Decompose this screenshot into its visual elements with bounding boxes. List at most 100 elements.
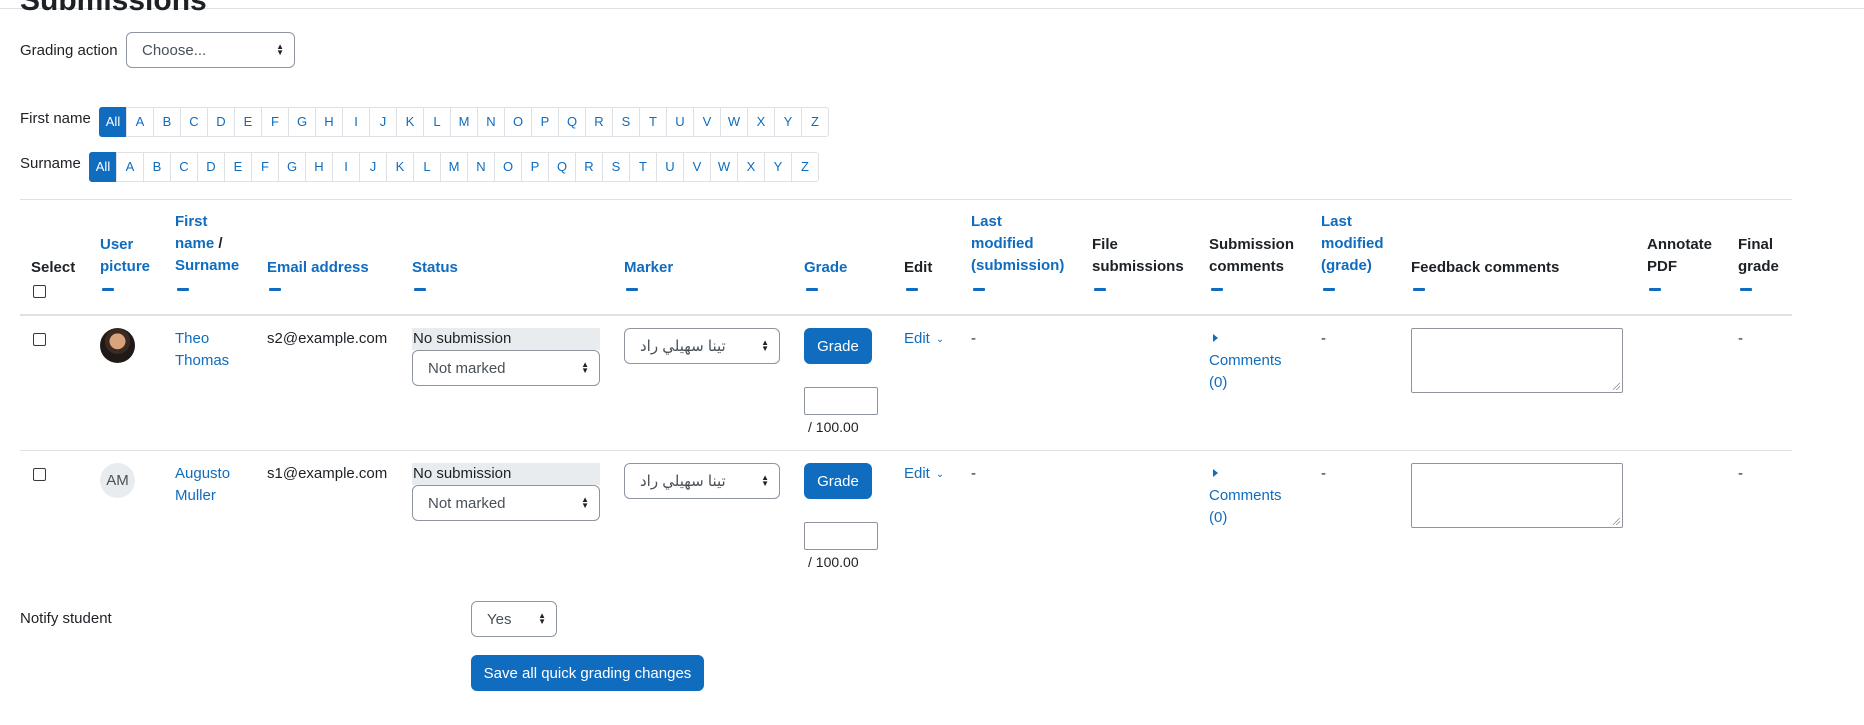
first-name-initial-l[interactable]: L (423, 107, 451, 137)
comments-link[interactable]: Comments (0) (1209, 350, 1282, 394)
row-select-checkbox[interactable] (33, 333, 46, 346)
surname-initial-m[interactable]: M (440, 152, 468, 182)
collapse-status-icon[interactable] (414, 288, 426, 291)
feedback-comments-textarea[interactable] (1411, 328, 1623, 393)
marking-state-select[interactable]: Not marked ▲ ▼ (412, 350, 600, 386)
surname-initial-c[interactable]: C (170, 152, 198, 182)
header-status[interactable]: Status (412, 257, 458, 279)
surname-initial-y[interactable]: Y (764, 152, 792, 182)
surname-initial-d[interactable]: D (197, 152, 225, 182)
surname-initial-z[interactable]: Z (791, 152, 819, 182)
first-name-initial-d[interactable]: D (207, 107, 235, 137)
edit-menu[interactable]: Edit ⌄ (904, 328, 944, 352)
first-name-initial-g[interactable]: G (288, 107, 316, 137)
first-name-initial-i[interactable]: I (342, 107, 370, 137)
header-last-modified-submission[interactable]: Last modified (submission) (971, 211, 1064, 277)
first-name-initial-q[interactable]: Q (558, 107, 586, 137)
collapse-email-icon[interactable] (269, 288, 281, 291)
first-name-initial-p[interactable]: P (531, 107, 559, 137)
surname-initial-o[interactable]: O (494, 152, 522, 182)
header-marker[interactable]: Marker (624, 257, 673, 279)
first-name-initial-m[interactable]: M (450, 107, 478, 137)
surname-initial-q[interactable]: Q (548, 152, 576, 182)
first-name-initial-o[interactable]: O (504, 107, 532, 137)
comments-link[interactable]: Comments (0) (1209, 485, 1282, 529)
header-email[interactable]: Email address (267, 257, 369, 279)
first-name-initial-e[interactable]: E (234, 107, 262, 137)
notify-student-select[interactable]: Yes ▲ ▼ (471, 601, 557, 637)
row-select-checkbox[interactable] (33, 468, 46, 481)
surname-initial-h[interactable]: H (305, 152, 333, 182)
student-name-link[interactable]: Theo Thomas (175, 328, 229, 372)
header-first-name-line2[interactable]: name (175, 235, 214, 252)
quick-grade-input[interactable] (804, 522, 878, 550)
first-name-initial-n[interactable]: N (477, 107, 505, 137)
collapse-file-submissions-icon[interactable] (1094, 288, 1106, 291)
surname-initial-s[interactable]: S (602, 152, 630, 182)
user-avatar[interactable] (100, 328, 135, 363)
surname-initial-k[interactable]: K (386, 152, 414, 182)
marker-select[interactable]: تينا سهيلي راد ▲ ▼ (624, 328, 780, 364)
surname-initial-j[interactable]: J (359, 152, 387, 182)
quick-grade-input[interactable] (804, 387, 878, 415)
first-name-initial-f[interactable]: F (261, 107, 289, 137)
first-name-initial-j[interactable]: J (369, 107, 397, 137)
collapse-edit-icon[interactable] (906, 288, 918, 291)
student-name-link[interactable]: Augusto Muller (175, 463, 230, 507)
surname-initial-r[interactable]: R (575, 152, 603, 182)
collapse-final-grade-icon[interactable] (1740, 288, 1752, 291)
first-name-initial-b[interactable]: B (153, 107, 181, 137)
first-name-initial-w[interactable]: W (720, 107, 748, 137)
first-name-initial-z[interactable]: Z (801, 107, 829, 137)
first-name-initial-x[interactable]: X (747, 107, 775, 137)
collapse-annotate-pdf-icon[interactable] (1649, 288, 1661, 291)
edit-menu[interactable]: Edit ⌄ (904, 463, 944, 487)
header-last-modified-grade[interactable]: Last modified (grade) (1321, 211, 1384, 277)
marking-state-select[interactable]: Not marked ▲ ▼ (412, 485, 600, 521)
select-all-checkbox[interactable] (33, 285, 46, 298)
surname-initial-u[interactable]: U (656, 152, 684, 182)
first-name-initial-a[interactable]: A (126, 107, 154, 137)
feedback-comments-textarea[interactable] (1411, 463, 1623, 528)
grade-button[interactable]: Grade (804, 463, 872, 499)
collapse-user-picture-icon[interactable] (102, 288, 114, 291)
surname-initial-v[interactable]: V (683, 152, 711, 182)
surname-initial-t[interactable]: T (629, 152, 657, 182)
first-name-initial-t[interactable]: T (639, 107, 667, 137)
surname-initial-i[interactable]: I (332, 152, 360, 182)
collapse-last-modified-grade-icon[interactable] (1323, 288, 1335, 291)
collapse-name-icon[interactable] (177, 288, 189, 291)
expand-comments-icon[interactable] (1213, 469, 1218, 477)
marker-select[interactable]: تينا سهيلي راد ▲ ▼ (624, 463, 780, 499)
collapse-grade-icon[interactable] (806, 288, 818, 291)
collapse-marker-icon[interactable] (626, 288, 638, 291)
surname-initial-w[interactable]: W (710, 152, 738, 182)
header-grade[interactable]: Grade (804, 257, 847, 279)
surname-initial-n[interactable]: N (467, 152, 495, 182)
expand-comments-icon[interactable] (1213, 334, 1218, 342)
surname-initial-all[interactable]: All (89, 152, 117, 182)
header-surname[interactable]: Surname (175, 255, 239, 277)
first-name-initial-u[interactable]: U (666, 107, 694, 137)
surname-initial-e[interactable]: E (224, 152, 252, 182)
first-name-initial-s[interactable]: S (612, 107, 640, 137)
surname-initial-f[interactable]: F (251, 152, 279, 182)
user-avatar[interactable]: AM (100, 463, 135, 498)
surname-initial-p[interactable]: P (521, 152, 549, 182)
surname-initial-g[interactable]: G (278, 152, 306, 182)
save-quick-grading-button[interactable]: Save all quick grading changes (471, 655, 704, 691)
surname-initial-l[interactable]: L (413, 152, 441, 182)
collapse-feedback-comments-icon[interactable] (1413, 288, 1425, 291)
header-first-name-line1[interactable]: First (175, 211, 239, 233)
surname-initial-b[interactable]: B (143, 152, 171, 182)
first-name-initial-r[interactable]: R (585, 107, 613, 137)
surname-initial-a[interactable]: A (116, 152, 144, 182)
collapse-submission-comments-icon[interactable] (1211, 288, 1223, 291)
first-name-initial-y[interactable]: Y (774, 107, 802, 137)
first-name-initial-v[interactable]: V (693, 107, 721, 137)
first-name-initial-k[interactable]: K (396, 107, 424, 137)
first-name-initial-all[interactable]: All (99, 107, 127, 137)
grade-button[interactable]: Grade (804, 328, 872, 364)
first-name-initial-h[interactable]: H (315, 107, 343, 137)
surname-initial-x[interactable]: X (737, 152, 765, 182)
